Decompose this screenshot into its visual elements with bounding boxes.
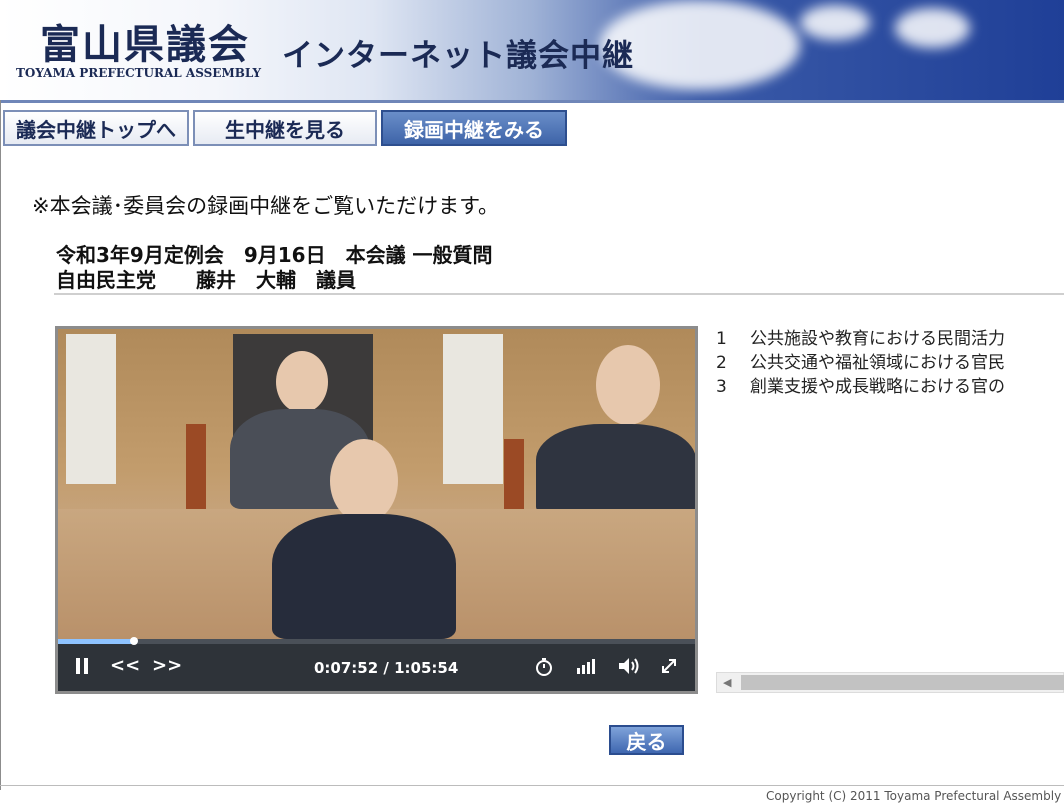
meeting-speaker: 自由民主党 藤井 大輔 議員	[56, 268, 356, 292]
nav-recorded-button[interactable]: 録画中継をみる	[381, 110, 567, 146]
back-button[interactable]: 戻る	[609, 725, 684, 755]
person-head	[276, 351, 328, 413]
volume-icon[interactable]	[618, 657, 640, 680]
player-controls: << >> 0:07:52 / 1:05:54	[58, 637, 695, 691]
banner-cloud	[895, 8, 970, 48]
site-title-en: TOYAMA PREFECTURAL ASSEMBLY	[16, 66, 262, 80]
agenda-list: 1 公共施設や教育における民間活力 2 公共交通や福祉領域における官民 3 創業支援や…	[716, 327, 1064, 407]
agenda-text: 公共交通や福祉領域における官民	[750, 353, 1005, 373]
site-title: 富山県議会	[40, 21, 250, 68]
agenda-number: 1	[716, 329, 727, 349]
agenda-text: 公共施設や教育における民間活力	[750, 329, 1005, 349]
timer-icon[interactable]	[534, 657, 554, 682]
fullscreen-icon[interactable]	[660, 657, 678, 680]
footer-divider	[0, 785, 1064, 786]
agenda-item[interactable]: 1 公共施設や教育における民間活力	[716, 327, 1064, 351]
agenda-number: 2	[716, 353, 727, 373]
agenda-number: 3	[716, 377, 727, 397]
speaker-head	[330, 439, 398, 523]
site-subtitle: インターネット議会中継	[282, 38, 634, 74]
meeting-session: 令和3年9月定例会 9月16日 本会議 一般質問	[56, 243, 493, 267]
pause-icon[interactable]	[74, 657, 90, 680]
nav-bar: 議会中継トップへ 生中継を見る 録画中継をみる	[3, 110, 567, 146]
page-border	[0, 100, 1, 790]
agenda-text: 創業支援や成長戦略における官の	[750, 377, 1005, 397]
scrollbar-thumb[interactable]	[741, 675, 1064, 690]
quality-icon[interactable]	[576, 657, 596, 680]
progress-fill	[58, 639, 134, 644]
nav-live-button[interactable]: 生中継を見る	[193, 110, 377, 146]
speaker-body	[272, 514, 456, 639]
notice-text: ※本会議･委員会の録画中継をご覧いただけます。	[32, 194, 499, 218]
person-body	[536, 424, 695, 514]
banner-cloud	[800, 5, 870, 40]
agenda-item[interactable]: 2 公共交通や福祉領域における官民	[716, 351, 1064, 375]
header-banner: 富山県議会 TOYAMA PREFECTURAL ASSEMBLY インターネッ…	[0, 0, 1064, 103]
time-display: 0:07:52 / 1:05:54	[314, 659, 459, 677]
progress-knob[interactable]	[130, 637, 138, 645]
progress-bar[interactable]	[58, 637, 695, 645]
horizontal-scrollbar[interactable]: ◀	[716, 672, 1064, 693]
flag	[443, 334, 503, 484]
flag	[66, 334, 116, 484]
forward-button[interactable]: >>	[152, 655, 182, 676]
scroll-left-icon[interactable]: ◀	[723, 676, 731, 689]
person-head	[596, 345, 660, 425]
copyright-text: Copyright (C) 2011 Toyama Prefectural As…	[766, 789, 1062, 803]
name-plate	[186, 424, 206, 514]
rewind-button[interactable]: <<	[110, 655, 140, 676]
meeting-info: 令和3年9月定例会 9月16日 本会議 一般質問 自由民主党 藤井 大輔 議員	[56, 243, 493, 293]
agenda-item[interactable]: 3 創業支援や成長戦略における官の	[716, 375, 1064, 399]
divider	[54, 293, 1064, 295]
nav-top-button[interactable]: 議会中継トップへ	[3, 110, 189, 146]
video-frame[interactable]	[58, 329, 695, 639]
video-player[interactable]: << >> 0:07:52 / 1:05:54	[55, 326, 698, 694]
